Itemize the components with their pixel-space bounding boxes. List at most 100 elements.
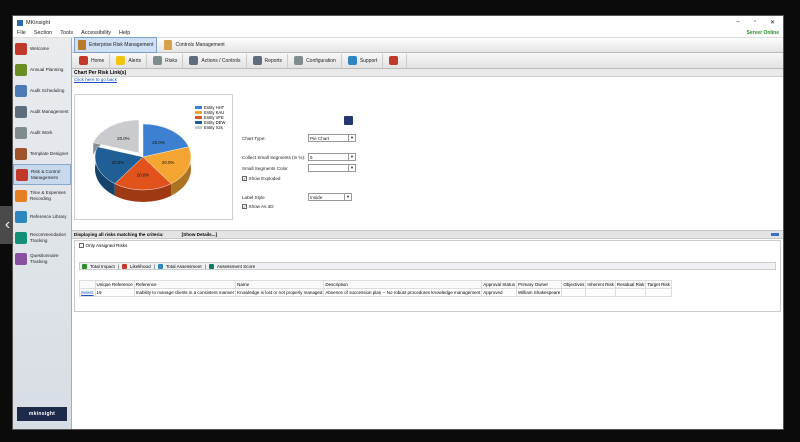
collect-small-label: Collect Small Segments (in %): (242, 155, 306, 160)
recommendation-icon (15, 231, 27, 244)
select-link[interactable]: Select (79, 288, 96, 297)
sidebar-item[interactable]: Time & Expenses Recording (13, 185, 71, 206)
menu-section[interactable]: Section (34, 30, 52, 36)
column-header[interactable]: Primary Owner (516, 280, 563, 289)
collapse-icon[interactable] (771, 233, 779, 236)
filter-likelihood[interactable]: Likelihood (130, 264, 151, 269)
table-cell: William Shakespeare (516, 288, 563, 297)
work-icon (15, 126, 27, 139)
show-exploded-checkbox[interactable]: ✓ (242, 176, 247, 181)
filter-assessment-score[interactable]: Assessment Score (217, 264, 255, 269)
menu-accessibility[interactable]: Accessibility (81, 30, 111, 36)
sidebar-item-label: Template Designer (30, 150, 69, 156)
sidebar-item[interactable]: Template Designer (13, 143, 71, 164)
calendar-icon (15, 63, 27, 76)
column-header[interactable]: Target Risk (645, 280, 672, 289)
chevron-down-icon: ▼ (348, 135, 355, 141)
sidebar-item-label: Welcome (30, 45, 50, 51)
sidebar-item[interactable]: Welcome (13, 38, 71, 59)
small-color-select[interactable]: ▼ (308, 164, 356, 172)
sidebar-item-label: Risk & Control Management (31, 169, 61, 180)
back-link[interactable]: Click here to go back (72, 77, 783, 84)
sidebar-item[interactable]: Audit Management (13, 101, 71, 122)
sidebar-item[interactable]: Recommendation Tracking (13, 227, 71, 248)
nav-button[interactable]: Alerts (111, 53, 148, 68)
nav-button[interactable]: Risks (148, 53, 184, 68)
tab-label: Enterprise Risk Management (89, 42, 154, 48)
maximize-button[interactable]: ▫ (754, 19, 756, 26)
welcome-icon (15, 42, 27, 55)
only-assigned-checkbox[interactable] (79, 243, 84, 248)
nav-button[interactable]: Configuration (289, 53, 342, 68)
column-header[interactable]: Inherent Risk (585, 280, 616, 289)
column-header[interactable]: Residual Risk (614, 280, 647, 289)
alert-icon (116, 56, 126, 65)
home-icon (79, 56, 88, 65)
show-3d-checkbox[interactable]: ✓ (242, 204, 247, 209)
sidebar-item[interactable]: Reference Library (13, 206, 71, 227)
controls-icon (164, 40, 173, 50)
minimize-button[interactable]: – (736, 19, 739, 26)
show-details-link[interactable]: [Show Details...] (182, 232, 217, 237)
total-impact-icon (82, 263, 87, 269)
chart-section-header: Chart Per Risk Link(s) (72, 69, 783, 77)
menu-tools[interactable]: Tools (60, 30, 73, 36)
nav-button[interactable]: Home (74, 53, 111, 68)
window-title: MKinsight (26, 19, 51, 26)
show-3d-label: Show As 3D (248, 204, 274, 209)
column-header[interactable]: Approval Status (481, 280, 518, 289)
show-3d-row[interactable]: ✓ Show As 3D (242, 204, 274, 209)
filter-total-impact[interactable]: Total Impact (90, 264, 115, 269)
column-header[interactable]: Objectives (561, 280, 587, 289)
risks-header-text: Displaying all risks matching the criter… (74, 232, 164, 237)
chevron-down-icon: ▼ (344, 194, 351, 200)
table-row[interactable]: Select 19 Inability to manage clients in a… (79, 288, 672, 297)
brand-logo: mkinsight (17, 407, 67, 421)
table-body: Select 19 Inability to manage clients in a… (79, 288, 672, 297)
tab-enterprise-risk-management[interactable]: Enterprise Risk Management (74, 37, 158, 53)
sidebar-item-label: Recommendation Tracking (30, 232, 67, 243)
configuration-icon (294, 56, 304, 65)
label-style-select[interactable]: Inside ▼ (308, 193, 352, 201)
sidebar-item[interactable]: Questionnaire Tracking (13, 248, 71, 269)
menu-help[interactable]: Help (119, 30, 130, 36)
nav-button-label: Reports (264, 57, 283, 64)
column-header[interactable]: Description (323, 280, 483, 289)
nav-button[interactable]: Support (343, 53, 384, 68)
column-header[interactable]: Name (235, 280, 325, 289)
nav-button[interactable] (384, 53, 408, 68)
chart-options: Chart Type: Pie Chart ▼ Collect Small Se… (242, 94, 362, 224)
nav-button[interactable]: Actions / Controls (184, 53, 247, 68)
clock-icon (15, 189, 27, 202)
column-header[interactable]: Unique Reference (94, 280, 135, 289)
sidebar-item[interactable]: Risk & Control Management (13, 164, 71, 185)
sidebar-item[interactable]: Audit Scheduling (13, 80, 71, 101)
pie-slice-label: 20.0% (137, 173, 150, 178)
menu-file[interactable]: File (17, 30, 26, 36)
sidebar-item[interactable]: Annual Planning (13, 59, 71, 80)
legend-label: Entity X2s (204, 125, 223, 130)
chart-type-label: Chart Type: (242, 136, 266, 141)
tab-controls-management[interactable]: Controls Management (161, 38, 227, 52)
column-header[interactable] (79, 280, 96, 289)
legend-swatch (195, 125, 202, 130)
collect-small-select[interactable]: 5 ▼ (308, 153, 356, 161)
close-button[interactable]: ✕ (770, 19, 775, 26)
table-cell: Inability to manage clients in a consist… (133, 288, 237, 297)
legend-swatch (195, 105, 202, 110)
table-cell: Absence of succession plan -- No robust … (323, 288, 483, 297)
management-icon (15, 105, 27, 118)
only-assigned-row[interactable]: Only Assigned Risks (79, 243, 127, 248)
sidebar-item-label: Audit Management (30, 108, 69, 114)
label-style-value: Inside (310, 194, 323, 200)
sidebar-item[interactable]: Audit Work (13, 122, 71, 143)
nav-button-label: Support (359, 57, 378, 64)
show-exploded-row[interactable]: ✓ Show Exploded (242, 176, 280, 181)
column-header[interactable]: Reference (133, 280, 237, 289)
nav-button[interactable]: Reports (248, 53, 289, 68)
chart-type-select[interactable]: Pie Chart ▼ (308, 134, 356, 142)
nav-toolbar: Home Alerts Risks Actions / Controls Reports… (72, 53, 783, 69)
filter-total-assessment[interactable]: Total Assessment (166, 264, 202, 269)
chevron-down-icon: ▼ (348, 165, 355, 171)
title-bar: MKinsight – ▫ ✕ (13, 16, 783, 29)
